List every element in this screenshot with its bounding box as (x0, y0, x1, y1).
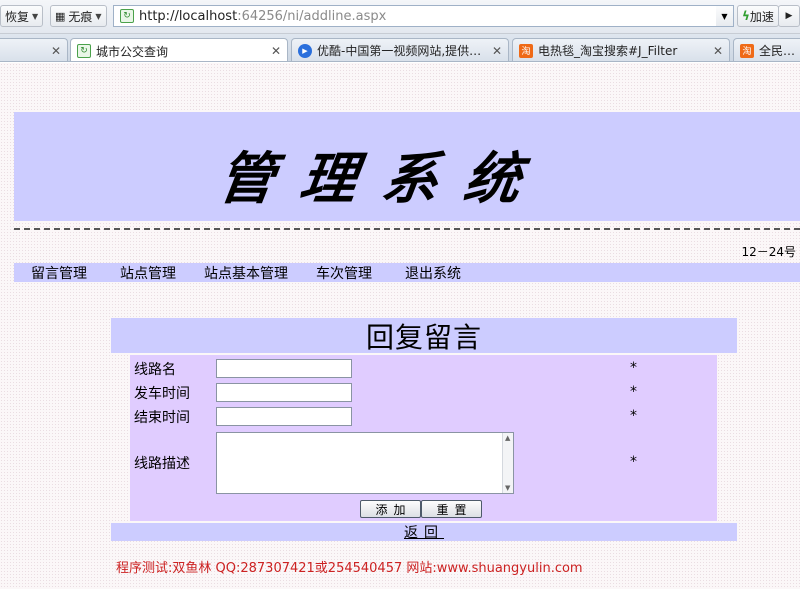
header-banner: 管理系统 (14, 112, 800, 221)
field-label-end-time: 结束时间 (134, 410, 190, 426)
page-icon: ↻ (120, 9, 134, 23)
required-mark: * (630, 360, 637, 376)
incognito-label: 无痕 (68, 9, 93, 24)
incognito-button[interactable]: ▦ 无痕 ▼ (50, 5, 107, 27)
tab-partial[interactable]: ✕ (0, 38, 68, 61)
page-icon: ↻ (77, 44, 91, 58)
scroll-up-icon[interactable]: ▲ (505, 434, 510, 442)
banner-title: 管理系统 (213, 146, 552, 212)
tab-youku[interactable]: ▶ 优酷-中国第一视频网站,提供视频... ✕ (291, 38, 509, 61)
close-icon[interactable]: ✕ (492, 44, 502, 58)
chevron-down-icon: ▼ (32, 11, 39, 21)
reset-button[interactable]: 重置 (421, 500, 482, 518)
grid-icon: ▦ (55, 9, 66, 23)
lightning-icon: ϟ (742, 9, 750, 23)
required-mark: * (630, 454, 637, 470)
form-title: 回复留言 (365, 320, 482, 354)
form-header: 回复留言 (111, 318, 737, 354)
nav-item-stations[interactable]: 站点管理 (120, 263, 176, 283)
address-dropdown-button[interactable]: ▼ (716, 5, 734, 27)
end-time-input[interactable] (216, 407, 352, 426)
main-nav: 留言管理 站点管理 站点基本管理 车次管理 退出系统 (14, 263, 800, 282)
nav-item-trains[interactable]: 车次管理 (316, 263, 372, 283)
speed-button[interactable]: ϟ 加速 (737, 5, 779, 27)
date-label: 12－24号 (741, 245, 796, 259)
page-content: 管理系统 12－24号 留言管理 站点管理 站点基本管理 车次管理 退出系统 回… (0, 63, 800, 589)
restore-label: 恢复 (5, 9, 30, 24)
back-link[interactable]: 返回 (404, 522, 444, 542)
nav-item-messages[interactable]: 留言管理 (31, 263, 87, 283)
textarea-scrollbar[interactable]: ▲ ▼ (502, 433, 513, 493)
tab-taobao[interactable]: 淘 电热毯_淘宝搜索#J_Filter ✕ (512, 38, 730, 61)
footer-credits: 程序测试:双鱼林 QQ:287307421或254540457 网站:www.s… (116, 561, 583, 576)
url-host: http://localhost (139, 8, 238, 24)
restore-button[interactable]: 恢复 ▼ (0, 5, 44, 27)
tab-city-bus[interactable]: ↻ 城市公交查询 ✕ (70, 38, 288, 61)
url-path: :64256/ni/addline.aspx (237, 8, 387, 24)
add-button[interactable]: 添加 (360, 500, 421, 518)
taobao-icon: 淘 (740, 43, 754, 58)
tab-qmqg[interactable]: 淘 全民抢购 (733, 38, 800, 61)
play-icon: ▶ (298, 43, 312, 58)
close-icon[interactable]: ✕ (271, 44, 281, 58)
line-name-input[interactable] (216, 359, 352, 378)
required-mark: * (630, 384, 637, 400)
tab-title: 优酷-中国第一视频网站,提供视频... (317, 44, 486, 58)
nav-item-logout[interactable]: 退出系统 (405, 263, 461, 283)
tab-title: 全民抢购 (759, 44, 800, 58)
tab-title: 城市公交查询 (96, 44, 169, 59)
chevron-down-icon: ▼ (721, 11, 728, 21)
close-icon[interactable]: ✕ (713, 44, 723, 58)
forward-button[interactable]: ▶ (778, 5, 800, 27)
chevron-down-icon: ▼ (95, 11, 102, 21)
speed-label: 加速 (749, 9, 774, 24)
depart-time-input[interactable] (216, 383, 352, 402)
field-label-description: 线路描述 (134, 456, 190, 472)
tab-bar: ✕ ↻ 城市公交查询 ✕ ▶ 优酷-中国第一视频网站,提供视频... ✕ 淘 电… (0, 34, 800, 62)
reply-form: 线路名 * 发车时间 * 结束时间 * 线路描述 ▲ ▼ * 添加 重置 (130, 355, 717, 521)
play-right-icon: ▶ (785, 11, 793, 21)
address-url: http://localhost:64256/ni/addline.aspx (139, 9, 386, 24)
scroll-down-icon[interactable]: ▼ (505, 484, 510, 492)
nav-item-station-basics[interactable]: 站点基本管理 (204, 263, 288, 283)
address-bar[interactable]: ↻ http://localhost:64256/ni/addline.aspx (113, 5, 733, 27)
description-textarea[interactable] (216, 432, 514, 494)
divider (14, 228, 800, 230)
field-label-depart-time: 发车时间 (134, 386, 190, 402)
close-icon[interactable]: ✕ (51, 44, 61, 58)
field-label-line-name: 线路名 (134, 362, 176, 378)
required-mark: * (630, 408, 637, 424)
tab-title: 电热毯_淘宝搜索#J_Filter (538, 44, 678, 58)
browser-toolbar: 恢复 ▼ ▦ 无痕 ▼ ↻ http://localhost:64256/ni/… (0, 0, 800, 34)
back-bar: 返回 (111, 523, 737, 541)
taobao-icon: 淘 (519, 43, 533, 58)
